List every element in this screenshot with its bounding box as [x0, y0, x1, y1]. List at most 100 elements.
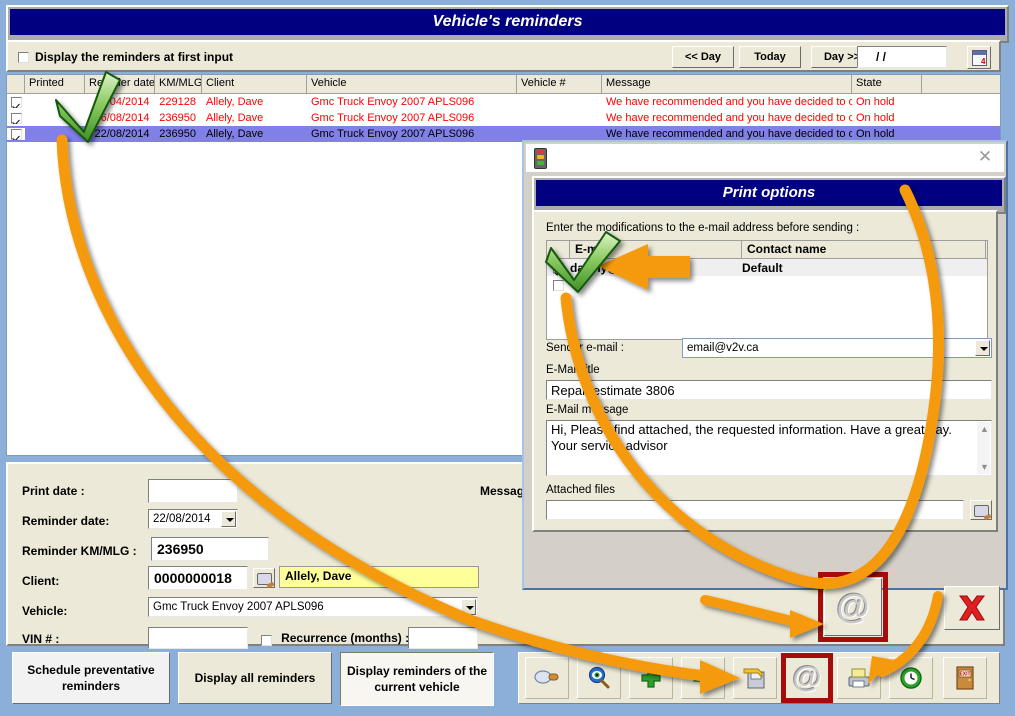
row-vehicle: Gmc Truck Envoy 2007 APLS096: [311, 112, 475, 124]
row-checkbox[interactable]: [11, 128, 22, 140]
email-row-checkbox-cell[interactable]: [547, 261, 570, 275]
grid-col-state[interactable]: State: [852, 75, 922, 93]
client-name-display: Allely, Dave: [279, 566, 479, 588]
display-all-reminders-button[interactable]: Display all reminders: [178, 652, 332, 704]
reminder-date-label: Reminder date:: [22, 514, 110, 528]
preview-icon-button[interactable]: [525, 657, 569, 699]
history-icon-button[interactable]: [889, 657, 933, 699]
message-scrollbar[interactable]: ▲ ▼: [977, 422, 990, 474]
row-state: On hold: [856, 128, 895, 140]
preview-icon: [534, 670, 559, 684]
vehicle-combo[interactable]: Gmc Truck Envoy 2007 APLS096: [148, 597, 478, 617]
row-checkbox-cell[interactable]: [7, 128, 25, 140]
email-message-textarea[interactable]: Hi, Please find attached, the requested …: [546, 420, 992, 476]
reminder-km-label: Reminder KM/MLG :: [22, 544, 137, 558]
exit-icon-button[interactable]: EXIT: [943, 657, 987, 699]
client-lookup-button[interactable]: [253, 568, 275, 588]
attach-icon: [973, 505, 989, 517]
dialog-title: Print options: [536, 180, 1002, 206]
printer-icon: [848, 668, 870, 688]
reminder-km-input[interactable]: 236950: [151, 537, 269, 561]
table-row[interactable]: 16/08/2014 236950 Allely, Dave Gmc Truck…: [7, 110, 1000, 126]
traffic-light-icon: [534, 148, 547, 169]
prev-day-button[interactable]: << Day: [672, 46, 734, 68]
row-vehicle: Gmc Truck Envoy 2007 APLS096: [311, 96, 475, 108]
email-button-highlight: [781, 653, 833, 703]
row-km: 229128: [159, 96, 196, 108]
row-checkbox-cell[interactable]: [7, 112, 25, 124]
icon-toolbar: @ EXIT: [518, 652, 1000, 704]
close-icon: [959, 595, 985, 621]
scroll-up-icon[interactable]: ▲: [980, 424, 989, 434]
grid-col-printed[interactable]: Printed: [25, 75, 85, 93]
email-title-label: E-Mail title: [546, 364, 600, 376]
row-checkbox-cell[interactable]: [7, 96, 25, 108]
today-button[interactable]: Today: [739, 46, 801, 68]
row-client: Allely, Dave: [206, 112, 264, 124]
grid-col-check[interactable]: [7, 75, 25, 93]
remove-icon-button[interactable]: [681, 657, 725, 699]
grid-header-row: Printed Remider date KM/MLG Client Vehic…: [7, 75, 1000, 94]
reminder-date-combo[interactable]: 22/08/2014: [148, 509, 238, 529]
row-km: 236950: [159, 112, 196, 124]
row-checkbox[interactable]: [11, 96, 22, 108]
table-row[interactable]: 01/04/2014 229128 Allely, Dave Gmc Truck…: [7, 94, 1000, 110]
email-row-checkbox-cell[interactable]: [547, 278, 570, 292]
close-icon[interactable]: ✕: [976, 148, 994, 166]
email-row-checkbox[interactable]: [553, 279, 564, 291]
grid-col-message[interactable]: Message: [602, 75, 852, 93]
attach-file-button[interactable]: [970, 500, 992, 520]
email-grid-header: E-mail Contact name: [547, 241, 987, 259]
email-recipients-grid[interactable]: E-mail Contact name dallely@gmail.com De…: [546, 240, 988, 340]
row-message: We have recommended and you have decided…: [606, 112, 852, 124]
email-message-line2: Your service advisor: [551, 438, 668, 453]
save-icon: [743, 668, 765, 689]
sender-email-combo[interactable]: email@v2v.ca: [682, 338, 992, 358]
recurrence-checkbox[interactable]: [261, 634, 272, 646]
list-item[interactable]: dallely@gmail.com Default: [547, 259, 987, 276]
grid-col-client[interactable]: Client: [202, 75, 307, 93]
display-current-vehicle-reminders-button[interactable]: Display reminders of the current vehicle: [340, 652, 494, 706]
print-date-input[interactable]: [148, 479, 238, 503]
display-first-input-row[interactable]: Display the reminders at first input: [18, 50, 233, 64]
bottom-button-bar: Schedule preventative reminders Display …: [6, 648, 1001, 710]
vehicle-value: Gmc Truck Envoy 2007 APLS096: [153, 601, 324, 613]
calendar-button[interactable]: [967, 46, 991, 69]
grid-col-km[interactable]: KM/MLG: [155, 75, 202, 93]
message-label: Messag: [480, 484, 525, 498]
search-icon-button[interactable]: [577, 657, 621, 699]
print-options-dialog: ✕ Print options Enter the modifications …: [522, 140, 1008, 590]
email-col-contact[interactable]: Contact name: [742, 241, 986, 258]
options-toolbar: Display the reminders at first input << …: [6, 40, 1001, 72]
attached-files-input[interactable]: [546, 500, 964, 520]
vin-input[interactable]: [148, 627, 248, 649]
email-col-check[interactable]: [547, 241, 570, 258]
grid-col-date[interactable]: Remider date: [85, 75, 155, 93]
email-row-checkbox[interactable]: [553, 262, 564, 274]
client-number-input[interactable]: 0000000018: [148, 566, 248, 590]
recurrence-input[interactable]: [408, 627, 478, 649]
dialog-cancel-button[interactable]: [944, 586, 1000, 630]
print-icon-button[interactable]: [837, 657, 881, 699]
date-input[interactable]: / /: [857, 46, 947, 68]
add-icon-button[interactable]: [629, 657, 673, 699]
chevron-down-icon[interactable]: [975, 340, 990, 356]
dialog-caption-bar: ✕: [526, 144, 1004, 172]
grid-col-vehicle-no[interactable]: Vehicle #: [517, 75, 602, 93]
list-item[interactable]: [547, 276, 987, 293]
row-checkbox[interactable]: [11, 112, 22, 124]
display-first-input-checkbox[interactable]: [18, 52, 29, 64]
grid-col-vehicle[interactable]: Vehicle: [307, 75, 517, 93]
chevron-down-icon[interactable]: [461, 599, 476, 615]
email-hint-label: Enter the modifications to the e-mail ad…: [546, 222, 860, 234]
scroll-down-icon[interactable]: ▼: [980, 462, 989, 472]
email-title-input[interactable]: Repair estimate 3806: [546, 380, 992, 400]
email-col-email[interactable]: E-mail: [570, 241, 742, 258]
save-icon-button[interactable]: [733, 657, 777, 699]
chevron-down-icon[interactable]: [221, 511, 236, 527]
schedule-preventative-reminders-button[interactable]: Schedule preventative reminders: [12, 652, 170, 704]
send-email-button-highlight: [818, 572, 888, 642]
recurrence-group[interactable]: Recurrence (months) :: [261, 631, 409, 646]
attached-files-label: Attached files: [546, 484, 616, 496]
plus-icon: [641, 668, 661, 688]
